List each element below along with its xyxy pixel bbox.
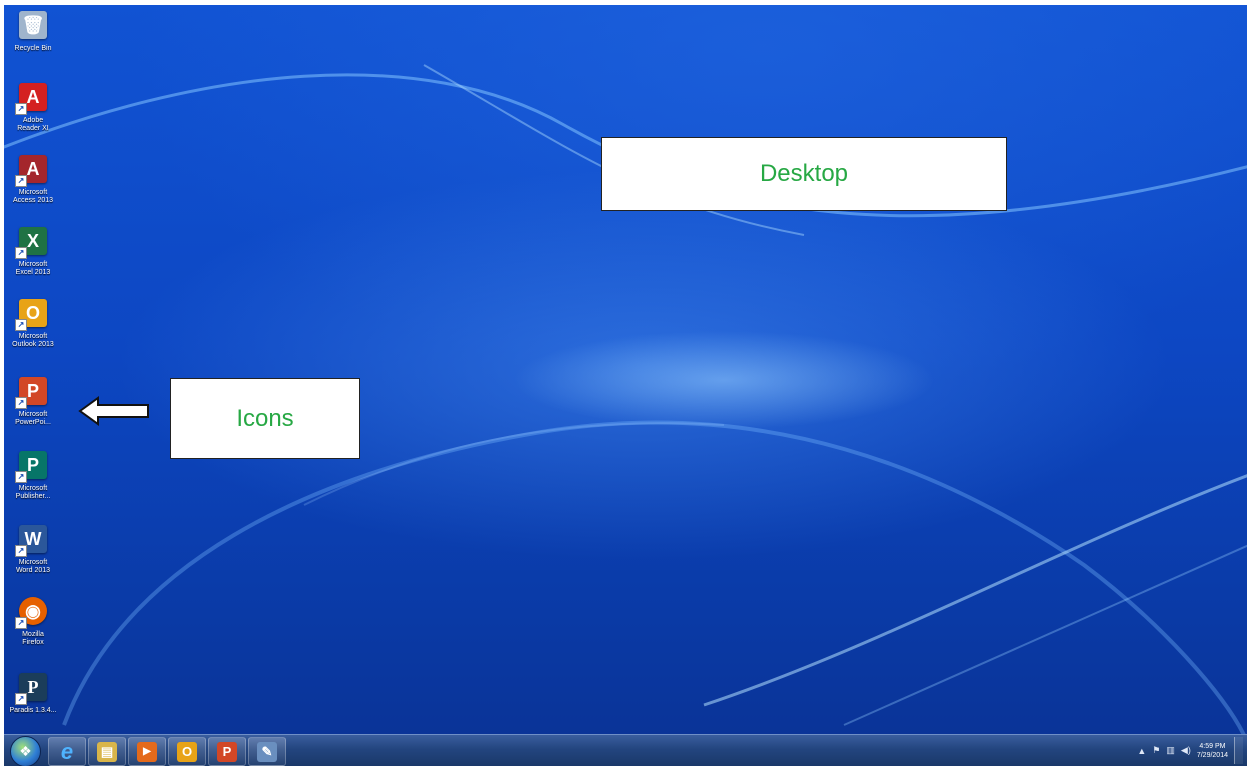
publisher-icon: P ↗ xyxy=(15,451,47,483)
desktop-icon-firefox[interactable]: ◉ ↗ Mozilla Firefox xyxy=(4,597,62,647)
windows-logo-icon: ❖ xyxy=(19,743,32,759)
system-tray: ▲ ⚑ ▥ ◀) 4:59 PM 7/29/2014 xyxy=(1137,735,1243,766)
taskbar-paint[interactable]: ✎ xyxy=(248,737,286,766)
clock-date: 7/29/2014 xyxy=(1196,751,1228,759)
desktop-icon-label: Mozilla Firefox xyxy=(22,631,44,646)
clock-time: 4:59 PM xyxy=(1199,742,1226,750)
desktop-icon-word[interactable]: W ↗ Microsoft Word 2013 xyxy=(4,525,62,575)
desktop-icon-label: Paradis 1.3.4... xyxy=(9,707,57,714)
adobe-reader-icon: A ↗ xyxy=(15,83,47,115)
desktop-icon-label: Adobe Reader XI xyxy=(17,117,49,132)
shortcut-arrow-icon: ↗ xyxy=(15,471,27,483)
powerpoint-icon: P ↗ xyxy=(15,377,47,409)
shortcut-arrow-icon: ↗ xyxy=(15,319,27,331)
desktop-icon-label: Recycle Bin xyxy=(14,45,52,52)
desktop-icon-access[interactable]: A ↗ Microsoft Access 2013 xyxy=(4,155,62,205)
network-icon[interactable]: ▥ xyxy=(1166,745,1175,756)
desktop-icon-adobe-reader[interactable]: A ↗ Adobe Reader XI xyxy=(4,83,62,133)
desktop-icon-label: Microsoft Outlook 2013 xyxy=(12,333,54,348)
paradis-glyph: P xyxy=(27,676,39,697)
taskbar-outlook[interactable]: O xyxy=(168,737,206,766)
taskbar: ❖ e ▤ ▶ O P ✎ ▲ ⚑ ▥ ◀) 4:59 PM 7/29/2014 xyxy=(4,734,1247,766)
volume-icon[interactable]: ◀) xyxy=(1181,745,1191,756)
desktop-icon-label: Microsoft PowerPoi... xyxy=(15,411,51,426)
icons-callout-text: Icons xyxy=(236,404,294,432)
taskbar-windows-explorer[interactable]: ▤ xyxy=(88,737,126,766)
access-icon: A ↗ xyxy=(15,155,47,187)
icons-callout: Icons xyxy=(170,378,360,459)
desktop-icon-publisher[interactable]: P ↗ Microsoft Publisher... xyxy=(4,451,62,501)
paradis-icon: P ↗ xyxy=(15,673,47,705)
outlook-icon: O ↗ xyxy=(15,299,47,331)
left-arrow-icon xyxy=(78,396,149,426)
outlook-glyph: O xyxy=(25,302,40,323)
clock[interactable]: 4:59 PM 7/29/2014 xyxy=(1197,742,1228,760)
desktop-callout-text: Desktop xyxy=(759,160,849,187)
desktop-icon-label: Microsoft Excel 2013 xyxy=(15,261,51,276)
shortcut-arrow-icon: ↗ xyxy=(15,175,27,187)
shortcut-arrow-icon: ↗ xyxy=(15,693,27,705)
taskbar-media-player[interactable]: ▶ xyxy=(128,737,166,766)
taskbar-powerpoint[interactable]: P xyxy=(208,737,246,766)
access-glyph: A xyxy=(26,158,40,179)
firefox-glyph: ◉ xyxy=(25,600,41,621)
shortcut-arrow-icon: ↗ xyxy=(15,397,27,409)
firefox-icon: ◉ ↗ xyxy=(15,597,47,629)
start-button[interactable]: ❖ xyxy=(10,736,41,766)
word-icon: W ↗ xyxy=(15,525,47,557)
recycle-bin-icon: 🗑 xyxy=(19,11,47,39)
desktop-icon-outlook[interactable]: O ↗ Microsoft Outlook 2013 xyxy=(4,299,62,349)
publisher-glyph: P xyxy=(26,454,39,475)
media-player-icon: ▶ xyxy=(137,741,157,762)
desktop[interactable]: 🗑 Recycle Bin A ↗ Adobe Reader XI A ↗ Micr… xyxy=(4,5,1247,766)
action-center-flag-icon[interactable]: ⚑ xyxy=(1152,745,1160,756)
adobe-reader-glyph: A xyxy=(26,86,40,107)
desktop-icon-label: Microsoft Access 2013 xyxy=(12,189,54,204)
excel-icon: X ↗ xyxy=(15,227,47,259)
shortcut-arrow-icon: ↗ xyxy=(15,103,27,115)
desktop-icon-powerpoint[interactable]: P ↗ Microsoft PowerPoi... xyxy=(4,377,62,427)
show-hidden-icons-icon[interactable]: ▲ xyxy=(1137,746,1146,756)
show-desktop-button[interactable] xyxy=(1234,737,1243,764)
taskbar-internet-explorer[interactable]: e xyxy=(48,737,86,766)
powerpoint-glyph: P xyxy=(26,380,39,401)
shortcut-arrow-icon: ↗ xyxy=(15,545,27,557)
desktop-callout: Desktop xyxy=(601,137,1007,211)
desktop-icon-recycle-bin[interactable]: 🗑 Recycle Bin xyxy=(4,11,62,53)
desktop-icon-label: Microsoft Publisher... xyxy=(15,485,51,500)
desktop-icon-excel[interactable]: X ↗ Microsoft Excel 2013 xyxy=(4,227,62,277)
wallpaper-swooshes xyxy=(4,64,1247,735)
excel-glyph: X xyxy=(26,230,39,251)
shortcut-arrow-icon: ↗ xyxy=(15,247,27,259)
shortcut-arrow-icon: ↗ xyxy=(15,617,27,629)
paint-icon: ✎ xyxy=(257,741,277,762)
word-glyph: W xyxy=(24,528,42,549)
outlook-taskbar-icon: O xyxy=(177,741,197,762)
desktop-icon-paradis[interactable]: P ↗ Paradis 1.3.4... xyxy=(4,673,62,715)
desktop-icon-label: Microsoft Word 2013 xyxy=(15,559,51,574)
powerpoint-taskbar-icon: P xyxy=(217,741,237,762)
windows-explorer-icon: ▤ xyxy=(97,741,117,762)
internet-explorer-icon: e xyxy=(60,738,74,764)
